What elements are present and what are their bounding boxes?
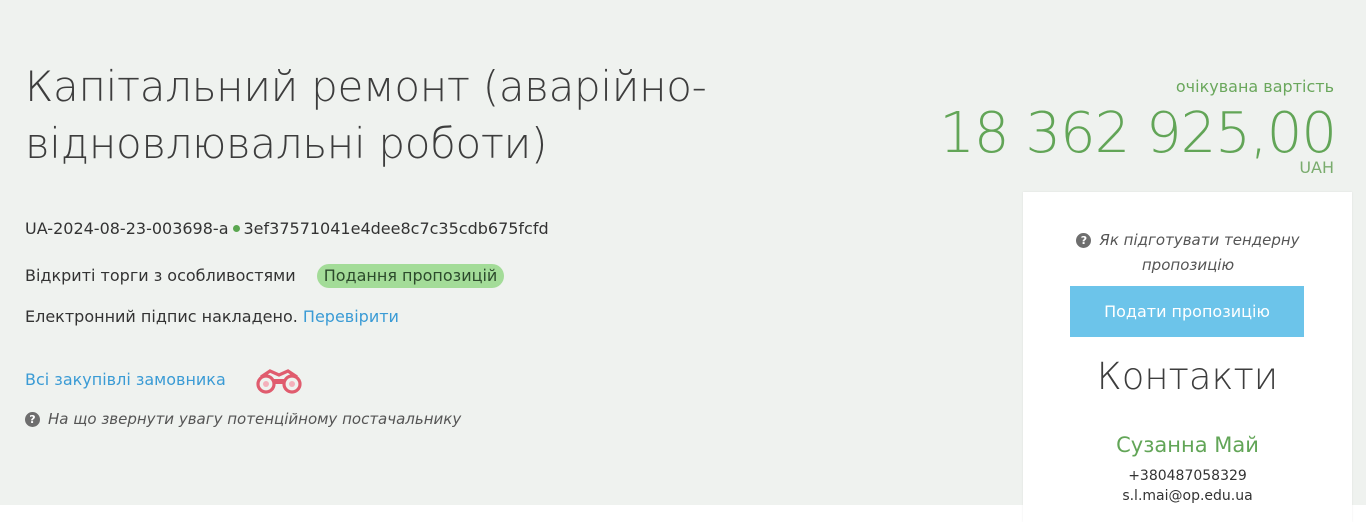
question-circle-icon: ? — [25, 412, 40, 427]
procedure-row: Відкриті торги з особливостями Подання п… — [25, 264, 505, 288]
expected-value-label: очікувана вартість — [1175, 77, 1334, 96]
signature-row: Електронний підпис накладено. Перевірити — [25, 307, 399, 326]
contacts-title: Контакти — [1096, 355, 1279, 398]
supplier-hint-link[interactable]: ? На що звернути увагу потенційному поста… — [25, 410, 461, 428]
status-badge: Подання пропозицій — [316, 264, 505, 288]
tender-id: UA-2024-08-23-003698-a — [25, 219, 229, 238]
signature-text: Електронний підпис накладено. — [25, 307, 298, 326]
tender-preparation-hint-text: Як підготувати тендерну пропозицію — [1099, 231, 1300, 274]
all-purchases-link[interactable]: Всі закупівлі замовника — [25, 370, 226, 389]
question-circle-icon: ? — [1076, 233, 1092, 248]
contact-email[interactable]: s.l.mai@op.edu.ua — [1023, 488, 1352, 504]
signature-check-link[interactable]: Перевірити — [303, 307, 399, 326]
contact-phone[interactable]: +380487058329 — [1023, 468, 1352, 484]
tender-page: Капітальний ремонт (аварійно-відновлювал… — [0, 0, 1366, 522]
expected-value-currency: UAH — [1299, 158, 1334, 177]
tender-title: Капітальний ремонт (аварійно-відновлювал… — [25, 62, 707, 168]
tender-hash: 3ef37571041e4dee8c7c35cdb675fcfd — [243, 219, 549, 238]
sidebar-card: ? Як підготувати тендерну пропозицію Пода… — [1023, 192, 1352, 522]
procedure-type: Відкриті торги з особливостями — [25, 266, 296, 285]
submit-proposal-button[interactable]: Подати пропозицію — [1070, 286, 1304, 337]
dot-icon — [232, 225, 240, 232]
expected-value-amount: 18 362 925,00 — [939, 101, 1337, 166]
tender-preparation-hint-link[interactable]: ? Як підготувати тендерну пропозицію — [1063, 228, 1313, 278]
tender-identifiers: UA-2024-08-23-003698-a 3ef37571041e4dee8c… — [25, 219, 549, 238]
supplier-hint-text: На що звернути увагу потенційному постач… — [48, 410, 462, 428]
binoculars-icon[interactable] — [253, 367, 305, 395]
contact-name: Сузанна Май — [1116, 433, 1259, 457]
